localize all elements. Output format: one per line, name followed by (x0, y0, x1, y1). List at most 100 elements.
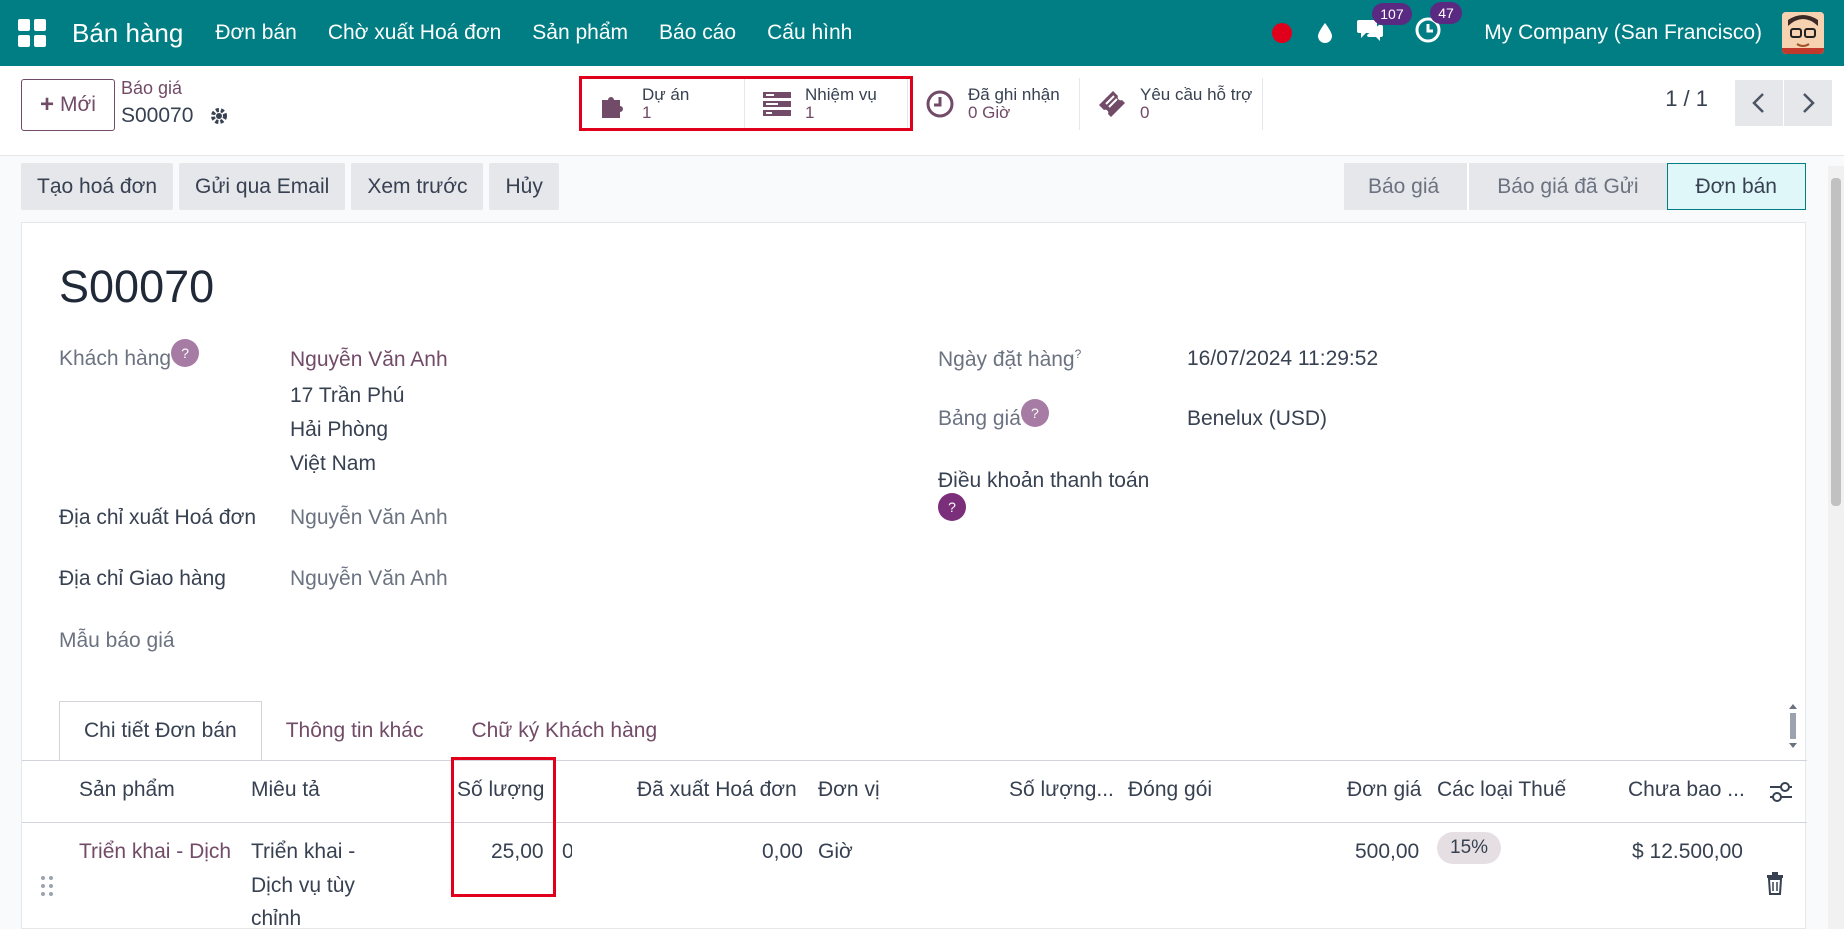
menu-configuration[interactable]: Cấu hình (767, 21, 852, 45)
help-icon[interactable]: ? (171, 339, 200, 367)
page-scrollbar-thumb[interactable] (1831, 178, 1841, 506)
tab-customer-signature[interactable]: Chữ ký Khách hàng (447, 701, 681, 761)
pricelist-label-text: Bảng giá (938, 407, 1021, 430)
customer-address-country: Việt Nam (290, 452, 376, 475)
col-packaging[interactable]: Đóng gói (1128, 778, 1212, 802)
pager-value[interactable]: 1 / 1 (1665, 86, 1708, 112)
order-date-label: Ngày đặt hàng? (938, 347, 1081, 372)
col-invoiced[interactable]: Đã xuất Hoá đơn (637, 778, 797, 802)
record-icon[interactable] (1272, 23, 1293, 43)
gear-icon[interactable] (209, 106, 229, 126)
app-name[interactable]: Bán hàng (72, 18, 183, 49)
send-email-button[interactable]: Gửi qua Email (179, 163, 346, 210)
activities-button[interactable]: 47 (1414, 2, 1462, 50)
new-button-label: Mới (60, 93, 96, 116)
order-date-field[interactable]: 16/07/2024 11:29:52 (1187, 347, 1378, 371)
row-invoiced: 0,00 (762, 840, 803, 863)
payment-terms-label: Điều khoản thanh toán (938, 469, 1150, 492)
apps-menu-icon[interactable] (18, 19, 46, 47)
col-product[interactable]: Sản phẩm (79, 778, 175, 802)
customer-address-city: Hải Phòng (290, 418, 389, 441)
status-bar: Báo giá Báo giá đã Gửi Đơn bán (1343, 163, 1806, 210)
action-buttons: Tạo hoá đơn Gửi qua Email Xem trước Hủy (21, 163, 565, 210)
tab-divider (22, 760, 1807, 761)
menu-to-invoice[interactable]: Chờ xuất Hoá đơn (328, 21, 501, 45)
plus-icon: + (40, 91, 55, 118)
col-unit-price[interactable]: Đơn giá (1347, 778, 1421, 802)
trash-icon[interactable] (1765, 872, 1785, 896)
messages-button[interactable]: 107 (1356, 3, 1412, 49)
tab-other-info[interactable]: Thông tin khác (262, 701, 448, 761)
stage-sales-order[interactable]: Đơn bán (1666, 163, 1806, 210)
notebook-tabs: Chi tiết Đơn bán Thông tin khác Chữ ký K… (59, 701, 681, 761)
user-avatar[interactable] (1782, 12, 1824, 54)
col-description[interactable]: Miêu tả (251, 778, 320, 802)
menu-orders[interactable]: Đơn bán (215, 21, 297, 45)
smart-tickets-label: Yêu cầu hỗ trợ (1140, 85, 1253, 104)
chevron-left-icon (1752, 93, 1764, 113)
pricelist-label: Bảng giá? (938, 399, 1049, 431)
ticket-icon (1099, 91, 1125, 117)
customer-address-street: 17 Trần Phú (290, 384, 405, 407)
customer-label: Khách hàng? (59, 339, 200, 371)
delivery-address-field[interactable]: Nguyễn Văn Anh (290, 567, 448, 591)
order-date-help[interactable]: ? (1075, 347, 1082, 361)
smart-timesheet-label: Đã ghi nhận (968, 85, 1060, 104)
invoice-address-field[interactable]: Nguyễn Văn Anh (290, 506, 448, 530)
smart-button-tickets[interactable]: Yêu cầu hỗ trợ 0 (1080, 78, 1263, 130)
stage-quotation[interactable]: Báo giá (1343, 163, 1468, 210)
quotation-template-label: Mẫu báo giá (59, 629, 175, 652)
header-divider (22, 822, 1807, 823)
pager-previous-button[interactable] (1735, 80, 1783, 126)
col-taxes[interactable]: Các loại Thuế (1437, 778, 1566, 802)
row-uom[interactable]: Giờ (818, 840, 853, 864)
smart-button-timesheet[interactable]: Đã ghi nhận 0 Giờ (908, 78, 1080, 130)
help-icon[interactable]: ? (938, 493, 966, 521)
drop-icon[interactable] (1316, 22, 1334, 44)
clock-icon (926, 90, 954, 118)
row-delivered-clipped: 0 (562, 840, 572, 863)
customer-label-text: Khách hàng (59, 347, 172, 370)
drag-handle-icon[interactable] (40, 875, 54, 897)
activities-badge: 47 (1430, 2, 1462, 24)
col-subtotal[interactable]: Chưa bao ... (1628, 778, 1745, 802)
col-uom[interactable]: Đơn vị (818, 778, 880, 802)
inner-scrollbar[interactable] (1786, 701, 1800, 751)
invoice-address-label: Địa chỉ xuất Hoá đơn (59, 506, 257, 529)
delivery-address-label: Địa chỉ Giao hàng (59, 567, 226, 590)
chevron-right-icon (1803, 93, 1815, 113)
menu-reporting[interactable]: Báo cáo (659, 21, 736, 45)
tab-order-lines[interactable]: Chi tiết Đơn bán (59, 701, 262, 761)
row-description-line2[interactable]: Dịch vụ tùy (251, 874, 355, 898)
pager-next-button[interactable] (1784, 80, 1832, 126)
row-subtotal: $ 12.500,00 (1632, 840, 1743, 863)
row-description-line1[interactable]: Triển khai - (251, 840, 355, 864)
control-panel: + Mới Báo giá S00070 Dự án 1 Nhiệm vụ 1 Đã … (0, 66, 1844, 156)
row-product[interactable]: Triển khai - Dịch (79, 840, 231, 864)
customer-name[interactable]: Nguyễn Văn Anh (290, 348, 448, 372)
form-sheet: S00070 Khách hàng? Nguyễn Văn Anh 17 Trầ… (21, 222, 1807, 929)
col-packaging-qty[interactable]: Số lượng... (1009, 778, 1114, 802)
row-tax-badge[interactable]: 15% (1437, 832, 1502, 864)
cancel-button[interactable]: Hủy (489, 163, 559, 210)
breadcrumb-parent[interactable]: Báo giá (121, 78, 182, 99)
messages-badge: 107 (1372, 3, 1412, 25)
menu-products[interactable]: Sản phẩm (532, 21, 628, 45)
optional-columns-icon[interactable] (1768, 781, 1794, 803)
top-navbar: Bán hàng Đơn bán Chờ xuất Hoá đơn Sản ph… (0, 0, 1844, 66)
create-invoice-button[interactable]: Tạo hoá đơn (21, 163, 174, 210)
page-scrollbar[interactable] (1828, 166, 1844, 929)
preview-button[interactable]: Xem trước (351, 163, 484, 210)
stage-quotation-sent[interactable]: Báo giá đã Gửi (1467, 163, 1667, 210)
order-date-label-text: Ngày đặt hàng (938, 348, 1075, 371)
smart-timesheet-value: 0 Giờ (968, 103, 1011, 122)
new-button[interactable]: + Mới (21, 79, 115, 131)
breadcrumb-current: S00070 (121, 104, 194, 127)
highlight-box-smart-buttons (579, 76, 913, 131)
pricelist-field[interactable]: Benelux (USD) (1187, 407, 1327, 431)
help-icon[interactable]: ? (1020, 399, 1049, 427)
highlight-box-quantity (451, 757, 556, 897)
row-description-line3[interactable]: chỉnh (251, 907, 301, 929)
company-switcher[interactable]: My Company (San Francisco) (1484, 21, 1762, 45)
row-unit-price[interactable]: 500,00 (1355, 840, 1419, 864)
